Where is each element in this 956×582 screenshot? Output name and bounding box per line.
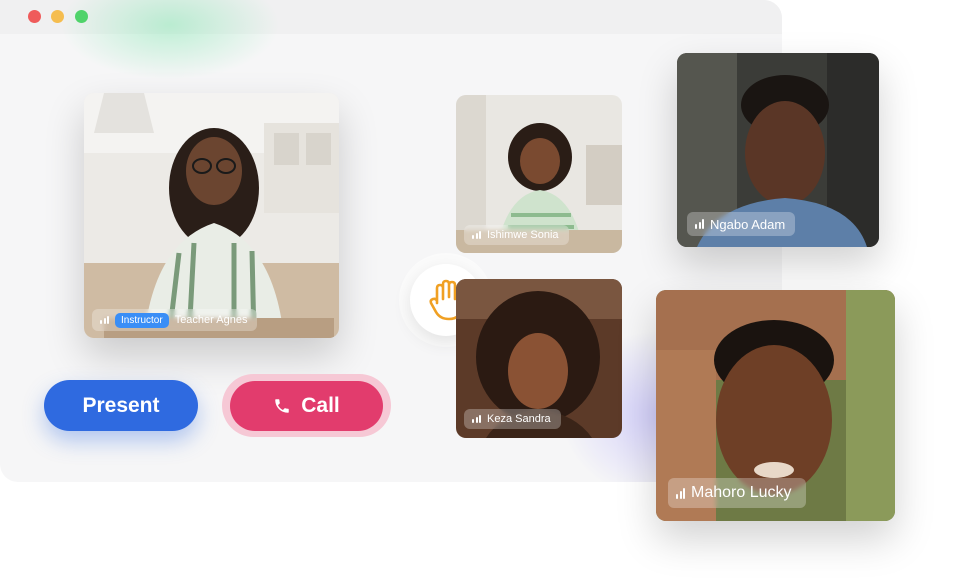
participant-label-keza-sandra: Keza Sandra <box>464 409 561 429</box>
participant-label-mahoro-lucky: Mahoro Lucky <box>668 478 806 508</box>
minimize-window-button[interactable] <box>51 10 64 23</box>
video-tile-ngabo-adam[interactable]: Ngabo Adam <box>677 53 879 247</box>
signal-icon <box>676 487 685 499</box>
participant-name: Teacher Agnes <box>174 314 248 326</box>
signal-icon <box>695 219 704 229</box>
signal-icon <box>472 231 481 239</box>
maximize-window-button[interactable] <box>75 10 88 23</box>
video-tile-ishimwe-sonia[interactable]: Ishimwe Sonia <box>456 95 622 253</box>
glow-decoration <box>60 0 280 80</box>
call-button-label: Call <box>301 394 340 417</box>
video-tile-teacher[interactable]: Instructor Teacher Agnes <box>84 93 339 338</box>
teacher-video-image <box>84 93 339 338</box>
call-button[interactable]: Call <box>230 381 383 431</box>
participant-name: Keza Sandra <box>487 413 551 425</box>
participant-label-ngabo-adam: Ngabo Adam <box>687 212 796 236</box>
participant-name: Ishimwe Sonia <box>487 229 559 241</box>
present-button[interactable]: Present <box>44 380 198 431</box>
participant-label-ishimwe-sonia: Ishimwe Sonia <box>464 225 569 245</box>
present-button-label: Present <box>82 393 160 417</box>
instructor-badge: Instructor <box>115 312 169 328</box>
signal-icon <box>100 316 109 324</box>
video-tile-keza-sandra[interactable]: Keza Sandra <box>456 279 622 438</box>
phone-icon <box>275 399 289 413</box>
video-tile-mahoro-lucky[interactable]: Mahoro Lucky <box>656 290 895 521</box>
participant-label-teacher: Instructor Teacher Agnes <box>92 309 258 331</box>
participant-name: Ngabo Adam <box>710 216 786 232</box>
close-window-button[interactable] <box>28 10 41 23</box>
signal-icon <box>472 415 481 423</box>
participant-name: Mahoro Lucky <box>691 484 792 501</box>
